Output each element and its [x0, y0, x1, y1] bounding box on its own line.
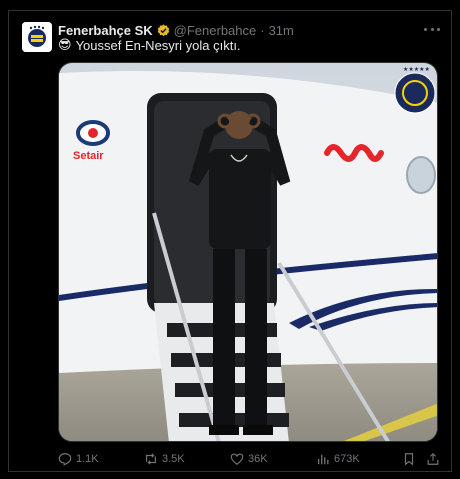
retweet-count: 3.5K [162, 453, 185, 465]
like-button[interactable]: 36K [230, 452, 268, 466]
reply-button[interactable]: 1.1K [58, 452, 99, 466]
tweet-photo[interactable]: Setair ★★★★★ [58, 62, 438, 442]
share-button[interactable] [426, 452, 440, 466]
tweet-body: Youssef En-Nesyri yola çıktı. [75, 38, 241, 53]
views-button[interactable]: 673K [316, 452, 360, 466]
like-count: 36K [248, 453, 268, 465]
author-name[interactable]: Fenerbahçe SK [58, 23, 153, 38]
sunglasses-emoji: 😎 [58, 38, 72, 53]
setair-logo-text: Setair [73, 150, 104, 162]
retweet-icon [146, 453, 156, 465]
more-icon[interactable] [424, 22, 440, 36]
tweet-header: Fenerbahçe SK @Fenerbahce · 31m [58, 21, 294, 39]
share-icon [427, 452, 439, 465]
view-count: 673K [334, 453, 360, 465]
reply-count: 1.1K [76, 453, 99, 465]
author-handle[interactable]: @Fenerbahce [174, 23, 257, 38]
action-bar: 1.1K 3.5K 36K 673K [58, 450, 442, 468]
verified-badge-icon [157, 23, 169, 36]
timestamp[interactable]: 31m [269, 23, 294, 38]
retweet-button[interactable]: 3.5K [144, 452, 185, 466]
tweet-text: 😎 Youssef En-Nesyri yola çıktı. [58, 38, 241, 53]
separator-dot: · [260, 22, 265, 38]
avatar[interactable] [22, 22, 52, 52]
views-icon [317, 454, 329, 465]
bookmark-icon [404, 453, 414, 466]
like-icon [230, 453, 244, 465]
bookmark-button[interactable] [402, 452, 416, 466]
svg-text:★★★★★: ★★★★★ [403, 66, 430, 73]
reply-icon [58, 453, 72, 466]
